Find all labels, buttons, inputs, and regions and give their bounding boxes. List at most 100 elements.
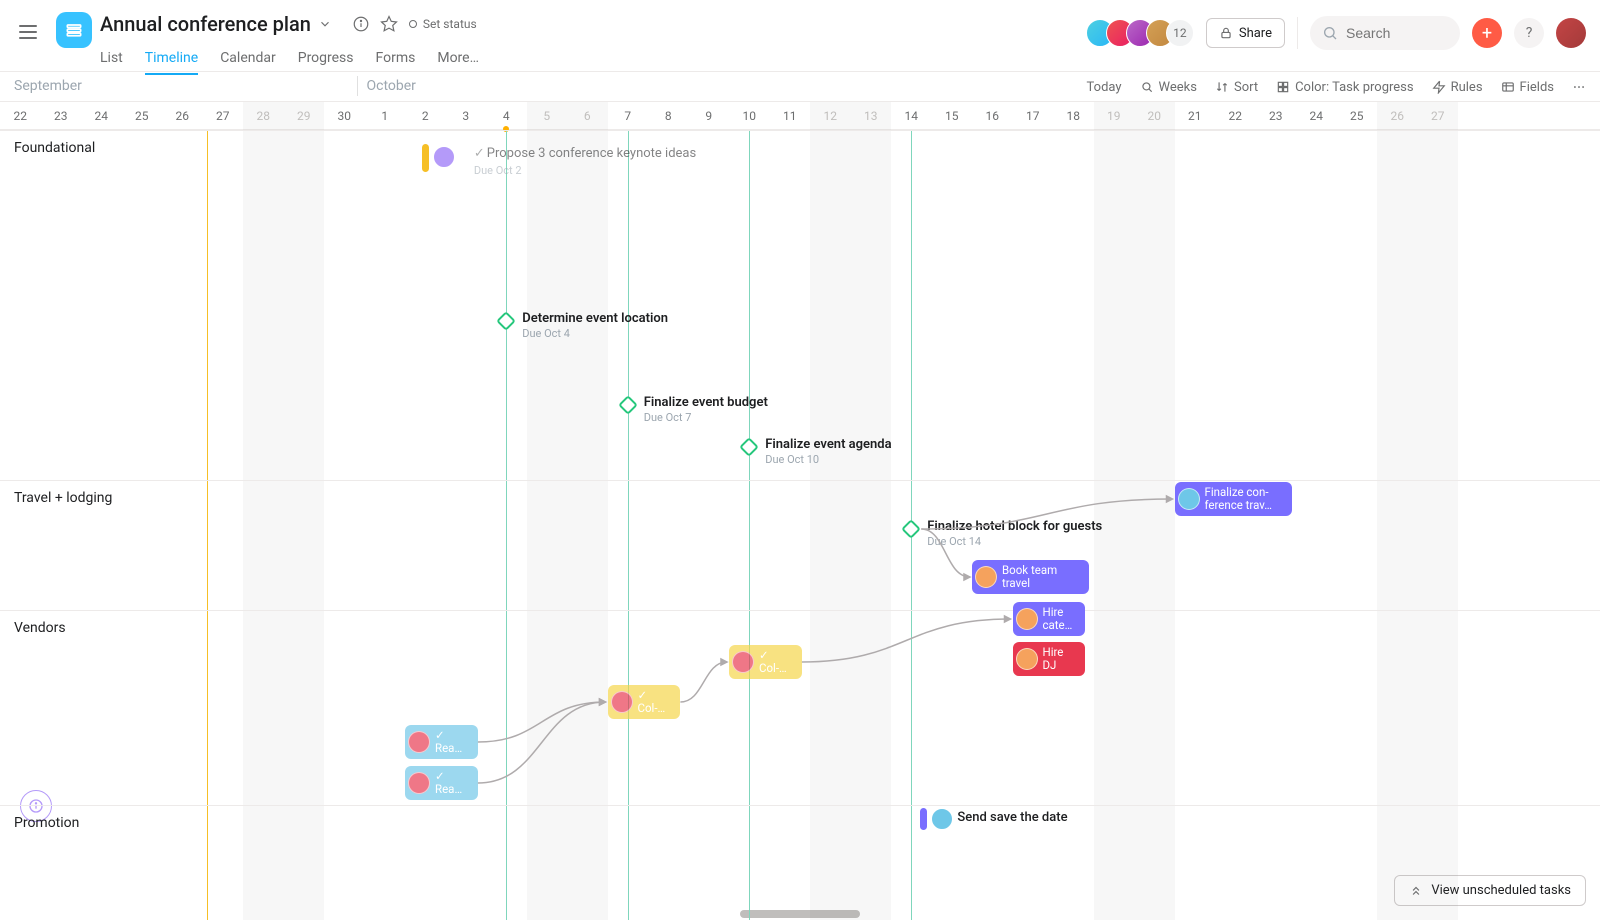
- date-cell[interactable]: 19: [1094, 102, 1135, 130]
- date-cell[interactable]: 3: [446, 102, 487, 130]
- color-button[interactable]: Color: Task progress: [1276, 80, 1414, 95]
- lock-icon: [1219, 26, 1233, 40]
- help-button[interactable]: ?: [1514, 18, 1544, 48]
- date-cell[interactable]: 27: [1418, 102, 1459, 130]
- tab-progress[interactable]: Progress: [298, 44, 354, 75]
- date-cell[interactable]: 14: [891, 102, 932, 130]
- info-icon[interactable]: [347, 10, 375, 38]
- task-card-research-2[interactable]: ✓Rea…: [405, 766, 478, 800]
- date-strip: 2223242526272829301234567891011121314151…: [0, 102, 1600, 130]
- tab-timeline[interactable]: Timeline: [145, 44, 198, 75]
- rules-button[interactable]: Rules: [1432, 80, 1483, 95]
- date-cell[interactable]: 22: [0, 102, 41, 130]
- date-cell[interactable]: 21: [1175, 102, 1216, 130]
- task-label[interactable]: Send save the date: [957, 810, 1067, 826]
- date-cell[interactable]: 29: [284, 102, 325, 130]
- date-cell[interactable]: 10: [729, 102, 770, 130]
- date-cell[interactable]: 28: [243, 102, 284, 130]
- tabs: List Timeline Calendar Progress Forms Mo…: [100, 44, 501, 75]
- timeline-toolbar: September October Today Weeks Sort Color…: [0, 72, 1600, 102]
- date-cell[interactable]: 20: [1134, 102, 1175, 130]
- date-cell[interactable]: 26: [1377, 102, 1418, 130]
- tab-calendar[interactable]: Calendar: [220, 44, 276, 75]
- task-bar[interactable]: [920, 808, 927, 830]
- menu-toggle[interactable]: [14, 18, 42, 46]
- date-cell[interactable]: 15: [932, 102, 973, 130]
- tab-list[interactable]: List: [100, 44, 123, 75]
- milestone-label[interactable]: Finalize event budgetDue Oct 7: [644, 395, 768, 424]
- project-icon[interactable]: [56, 12, 92, 48]
- set-status-button[interactable]: Set status: [403, 15, 483, 33]
- date-cell[interactable]: 17: [1013, 102, 1054, 130]
- section-label[interactable]: Vendors: [14, 620, 66, 636]
- date-cell[interactable]: 22: [1215, 102, 1256, 130]
- tab-forms[interactable]: Forms: [376, 44, 416, 75]
- sort-button[interactable]: Sort: [1215, 80, 1258, 95]
- section-label[interactable]: Travel + lodging: [14, 490, 112, 506]
- section-promotion: [0, 805, 1600, 895]
- tab-more[interactable]: More…: [437, 44, 479, 75]
- zoom-weeks[interactable]: Weeks: [1140, 80, 1197, 95]
- date-cell[interactable]: 5: [527, 102, 568, 130]
- header-right: 12 Share + ?: [1086, 16, 1586, 50]
- task-card-research-1[interactable]: ✓Rea…: [405, 725, 478, 759]
- date-cell[interactable]: 9: [689, 102, 730, 130]
- divider: [1297, 17, 1298, 49]
- date-cell[interactable]: 24: [81, 102, 122, 130]
- chevron-down-icon[interactable]: [311, 10, 339, 38]
- date-cell[interactable]: 18: [1053, 102, 1094, 130]
- more-button[interactable]: [1572, 80, 1586, 94]
- search-input[interactable]: [1346, 25, 1446, 41]
- task-card-collect-1[interactable]: ✓Col-…: [729, 645, 802, 679]
- search-box[interactable]: [1310, 16, 1460, 50]
- star-icon[interactable]: [375, 10, 403, 38]
- milestone-label[interactable]: Finalize event agendaDue Oct 10: [765, 437, 891, 466]
- current-user-avatar[interactable]: [1556, 18, 1586, 48]
- date-cell[interactable]: 27: [203, 102, 244, 130]
- month-label: October: [367, 78, 416, 94]
- set-status-label: Set status: [423, 17, 477, 31]
- facepile[interactable]: 12: [1086, 19, 1194, 47]
- task-card-hire-dj[interactable]: HireDJ: [1013, 642, 1086, 676]
- date-cell[interactable]: 30: [324, 102, 365, 130]
- date-cell[interactable]: 12: [810, 102, 851, 130]
- month-label: September: [14, 78, 82, 94]
- date-cell[interactable]: 2: [405, 102, 446, 130]
- section-label[interactable]: Foundational: [14, 140, 95, 156]
- section-travel: [0, 480, 1600, 610]
- date-cell[interactable]: 24: [1296, 102, 1337, 130]
- date-cell[interactable]: 25: [1337, 102, 1378, 130]
- task-bar[interactable]: [422, 144, 429, 172]
- avatar-overflow[interactable]: 12: [1166, 19, 1194, 47]
- date-cell[interactable]: 11: [770, 102, 811, 130]
- task-card-hire-caterer[interactable]: Hirecate…: [1013, 602, 1086, 636]
- date-cell[interactable]: 6: [567, 102, 608, 130]
- date-cell[interactable]: 23: [41, 102, 82, 130]
- date-cell[interactable]: 8: [648, 102, 689, 130]
- date-cell[interactable]: 26: [162, 102, 203, 130]
- milestone-label[interactable]: Finalize hotel block for guestsDue Oct 1…: [927, 519, 1102, 548]
- date-cell[interactable]: 16: [972, 102, 1013, 130]
- date-cell[interactable]: 25: [122, 102, 163, 130]
- milestone-label[interactable]: Determine event locationDue Oct 4: [522, 311, 668, 340]
- task-card-conference-travel[interactable]: Finalize con-ference trav…: [1175, 482, 1292, 516]
- search-icon: [1322, 25, 1338, 41]
- task-card-collect-2[interactable]: ✓Col-…: [608, 685, 681, 719]
- share-button[interactable]: Share: [1206, 18, 1285, 48]
- header-main: Annual conference plan Set status List T…: [100, 10, 501, 75]
- date-cell[interactable]: 13: [851, 102, 892, 130]
- project-title[interactable]: Annual conference plan: [100, 12, 311, 36]
- task-card-book-travel[interactable]: Book teamtravel: [972, 560, 1089, 594]
- fields-button[interactable]: Fields: [1501, 80, 1554, 95]
- date-cell[interactable]: 23: [1256, 102, 1297, 130]
- section-label[interactable]: Promotion: [14, 815, 79, 831]
- today-button[interactable]: Today: [1087, 80, 1122, 95]
- task-label[interactable]: ✓Propose 3 conference keynote ideasDue O…: [474, 146, 696, 177]
- date-cell[interactable]: 1: [365, 102, 406, 130]
- date-cell[interactable]: 7: [608, 102, 649, 130]
- timeline-canvas[interactable]: View unscheduled tasks FoundationalTrave…: [0, 130, 1600, 920]
- header: Annual conference plan Set status List T…: [0, 0, 1600, 72]
- global-add-button[interactable]: +: [1472, 18, 1502, 48]
- share-label: Share: [1239, 26, 1272, 41]
- section-foundational: [0, 130, 1600, 480]
